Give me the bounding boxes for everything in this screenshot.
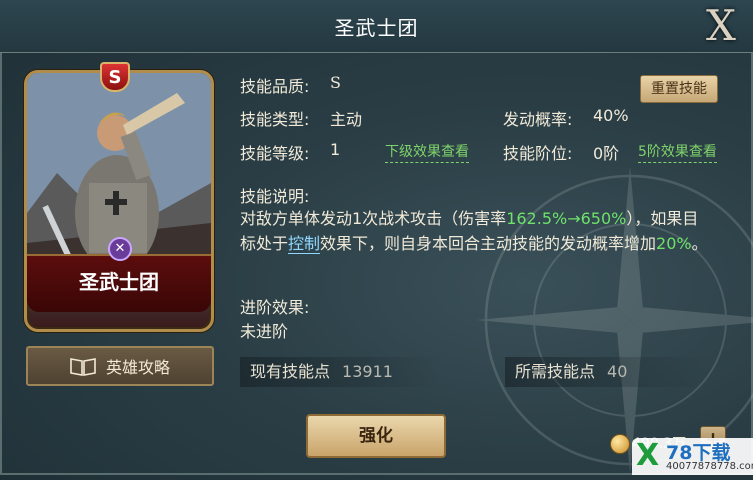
desc-text-3: 效果下，则自身本回合主动技能的发动概率增加 — [320, 234, 657, 253]
skill-type-label: 技能类型: — [240, 110, 310, 129]
damage-rate-value: 162.5%→650% — [506, 209, 627, 228]
skill-level-label: 技能等级: — [240, 144, 310, 163]
hero-name: 圣武士团 — [27, 254, 211, 312]
rank-badge: S — [100, 62, 130, 92]
page-title: 圣武士团 — [334, 16, 419, 40]
skill-description: 对敌方单体发动1次战术攻击（伤害率162.5%→650%），如果目标处于控制效果… — [240, 206, 710, 256]
skill-quality-label: 技能品质: — [240, 77, 310, 96]
required-skill-points: 所需技能点 40 — [515, 357, 627, 387]
desc-text-4: 。 — [691, 234, 708, 253]
book-icon — [70, 358, 96, 376]
required-points-label: 所需技能点 — [515, 362, 596, 381]
required-points-value: 40 — [607, 362, 628, 381]
gold-coin-icon — [610, 434, 630, 454]
control-keyword-link[interactable]: 控制 — [288, 234, 321, 254]
close-button[interactable]: X — [695, 2, 747, 50]
skill-stage-label: 技能阶位: — [503, 144, 573, 163]
site-watermark: X 78下载 40077878778.com — [632, 438, 753, 475]
skill-quality-value: S — [330, 73, 341, 92]
advance-effect-label: 进阶效果: — [240, 298, 310, 317]
watermark-url: 40077878778.com — [666, 461, 753, 472]
strengthen-button[interactable]: 强化 — [306, 414, 446, 458]
hero-guide-button[interactable]: 英雄攻略 — [26, 346, 214, 386]
desc-text-1: 对敌方单体发动1次战术攻击（伤害率 — [240, 209, 507, 228]
owned-points-value: 13911 — [342, 362, 393, 381]
skill-level-value: 1 — [330, 140, 341, 159]
header-bar: 圣武士团 X — [0, 0, 753, 53]
bonus-percent-value: 20% — [656, 234, 692, 253]
trigger-rate-label: 发动概率: — [503, 110, 573, 129]
skill-type-value: 主动 — [330, 110, 363, 129]
skill-stage-value: 0阶 — [593, 144, 620, 163]
next-level-effect-link[interactable]: 下级效果查看 — [385, 141, 469, 163]
watermark-x-logo: X — [636, 438, 660, 473]
reset-skill-button[interactable]: 重置技能 — [640, 75, 718, 103]
hero-guide-label: 英雄攻略 — [105, 358, 170, 377]
crossed-swords-icon: ✕ — [108, 237, 132, 261]
trigger-rate-value: 40% — [593, 106, 629, 125]
advance-effect-value: 未进阶 — [240, 322, 289, 341]
owned-skill-points: 现有技能点 13911 — [250, 357, 393, 387]
owned-points-label: 现有技能点 — [250, 362, 331, 381]
skill-desc-label: 技能说明: — [240, 187, 310, 206]
stage5-effect-link[interactable]: 5阶效果查看 — [638, 141, 717, 163]
